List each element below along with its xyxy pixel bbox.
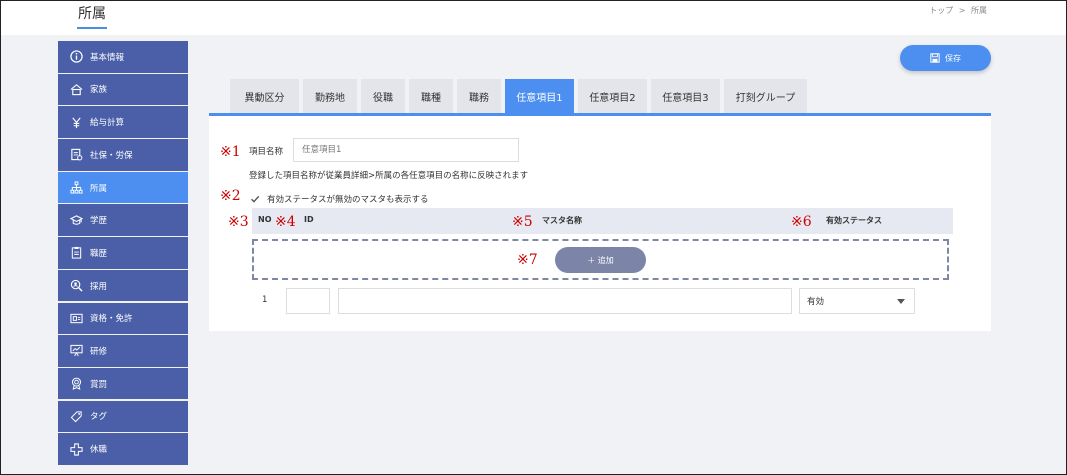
- marker-7: ※7: [517, 252, 538, 268]
- sidebar-item-label: 給与計算: [90, 118, 125, 129]
- sidebar-item-education[interactable]: 学歴: [58, 204, 188, 236]
- marker-6: ※6: [791, 214, 812, 230]
- certificate-icon: [70, 312, 83, 325]
- tab-position[interactable]: 役職: [361, 79, 405, 113]
- tab-duty[interactable]: 職務: [457, 79, 501, 113]
- search-user-icon: [70, 279, 83, 292]
- info-icon: [70, 50, 83, 63]
- tag-icon: [70, 410, 83, 423]
- sidebar-item-qualifications[interactable]: 資格・免許: [58, 302, 188, 334]
- row-master-name-input[interactable]: [338, 288, 792, 314]
- tab-punch-group[interactable]: 打刻グループ: [724, 79, 807, 113]
- house-icon: [70, 83, 83, 96]
- org-chart-icon: [70, 181, 83, 194]
- floppy-disk-icon: [930, 53, 940, 63]
- item-name-label: 項目名称: [249, 147, 284, 157]
- add-button[interactable]: ＋ 追加: [555, 247, 646, 273]
- sidebar-item-affiliation[interactable]: 所属: [58, 171, 188, 204]
- sidebar-item-label: 家族: [90, 85, 108, 96]
- chevron-down-icon: [897, 299, 905, 304]
- breadcrumb-current: 所属: [971, 6, 987, 15]
- sidebar-item-label: タグ: [90, 412, 108, 423]
- document-icon: [70, 148, 83, 161]
- row-status-value: 有効: [807, 297, 825, 307]
- marker-3: ※3: [228, 214, 249, 230]
- column-header-status: 有効ステータス: [826, 216, 882, 225]
- sidebar-item-label: 所属: [90, 183, 108, 194]
- breadcrumb: トップ > 所属: [929, 5, 990, 16]
- marker-4: ※4: [275, 214, 296, 230]
- tab-bar: 異動区分 勤務地 役職 職種 職務 任意項目1 任意項目2 任意項目3 打刻グル…: [230, 79, 811, 113]
- sidebar-item-label: 職歴: [90, 248, 108, 259]
- tab-optional-item-3[interactable]: 任意項目3: [651, 79, 720, 113]
- sidebar-item-label: 社保・労保: [90, 150, 133, 161]
- graduation-cap-icon: [70, 214, 83, 227]
- tab-job-type[interactable]: 職種: [409, 79, 453, 113]
- page-title: 所属: [78, 6, 106, 22]
- yen-icon: [70, 116, 83, 129]
- marker-2: ※2: [220, 188, 241, 204]
- sidebar-item-label: 採用: [90, 281, 108, 292]
- tab-optional-item-1[interactable]: 任意項目1: [505, 79, 574, 113]
- sidebar-item-label: 研修: [90, 346, 108, 357]
- tab-work-location[interactable]: 勤務地: [303, 79, 357, 113]
- row-status-select[interactable]: 有効: [799, 288, 915, 314]
- row-id-input[interactable]: [286, 288, 330, 314]
- show-inactive-label: 有効ステータスが無効のマスタも表示する: [267, 195, 429, 205]
- cross-icon: [70, 442, 83, 456]
- sidebar-item-label: 休職: [90, 445, 108, 455]
- marker-5: ※5: [512, 214, 533, 230]
- sidebar-item-social-insurance[interactable]: 社保・労保: [58, 139, 188, 171]
- sidebar-item-label: 基本情報: [90, 52, 125, 63]
- title-underline: [77, 27, 107, 29]
- sidebar-item-work-history[interactable]: 職歴: [58, 237, 188, 269]
- column-header-id: ID: [304, 215, 314, 224]
- save-button-label: 保存: [945, 53, 961, 63]
- sidebar-item-payroll[interactable]: 給与計算: [58, 106, 188, 138]
- header-bar: 所属 トップ > 所属: [1, 1, 1066, 35]
- sidebar: 基本情報 家族 給与計算 社保・労保 所属 学歴 職歴 採用 資格・免許 研修 …: [58, 41, 188, 466]
- sidebar-item-basic-info[interactable]: 基本情報: [58, 41, 188, 73]
- breadcrumb-separator: >: [958, 6, 966, 15]
- medal-icon: [70, 377, 83, 390]
- sidebar-item-family[interactable]: 家族: [58, 73, 188, 106]
- tab-optional-item-2[interactable]: 任意項目2: [578, 79, 647, 113]
- row-number: 1: [262, 295, 268, 305]
- sidebar-item-tags[interactable]: タグ: [58, 400, 188, 433]
- item-name-hint: 登録した項目名称が従業員詳細>所属の各任意項目の名称に反映されます: [249, 171, 529, 181]
- sidebar-item-label: 賞罰: [90, 379, 108, 390]
- show-inactive-checkbox[interactable]: [250, 194, 260, 204]
- breadcrumb-top-link[interactable]: トップ: [929, 6, 953, 15]
- column-header-no: NO: [258, 215, 272, 224]
- sidebar-item-leave[interactable]: 休職: [58, 433, 188, 465]
- column-header-master-name: マスタ名称: [542, 216, 582, 225]
- sidebar-item-training[interactable]: 研修: [58, 335, 188, 367]
- sidebar-item-awards[interactable]: 賞罰: [58, 367, 188, 400]
- save-button[interactable]: 保存: [900, 45, 991, 71]
- clipboard-icon: [70, 246, 83, 259]
- sidebar-item-recruitment[interactable]: 採用: [58, 269, 188, 302]
- presentation-icon: [70, 344, 83, 357]
- tab-transfer-category[interactable]: 異動区分: [230, 79, 299, 113]
- marker-1: ※1: [220, 144, 241, 160]
- sidebar-item-label: 資格・免許: [90, 314, 133, 325]
- item-name-input[interactable]: [293, 138, 519, 162]
- sidebar-item-label: 学歴: [90, 216, 108, 227]
